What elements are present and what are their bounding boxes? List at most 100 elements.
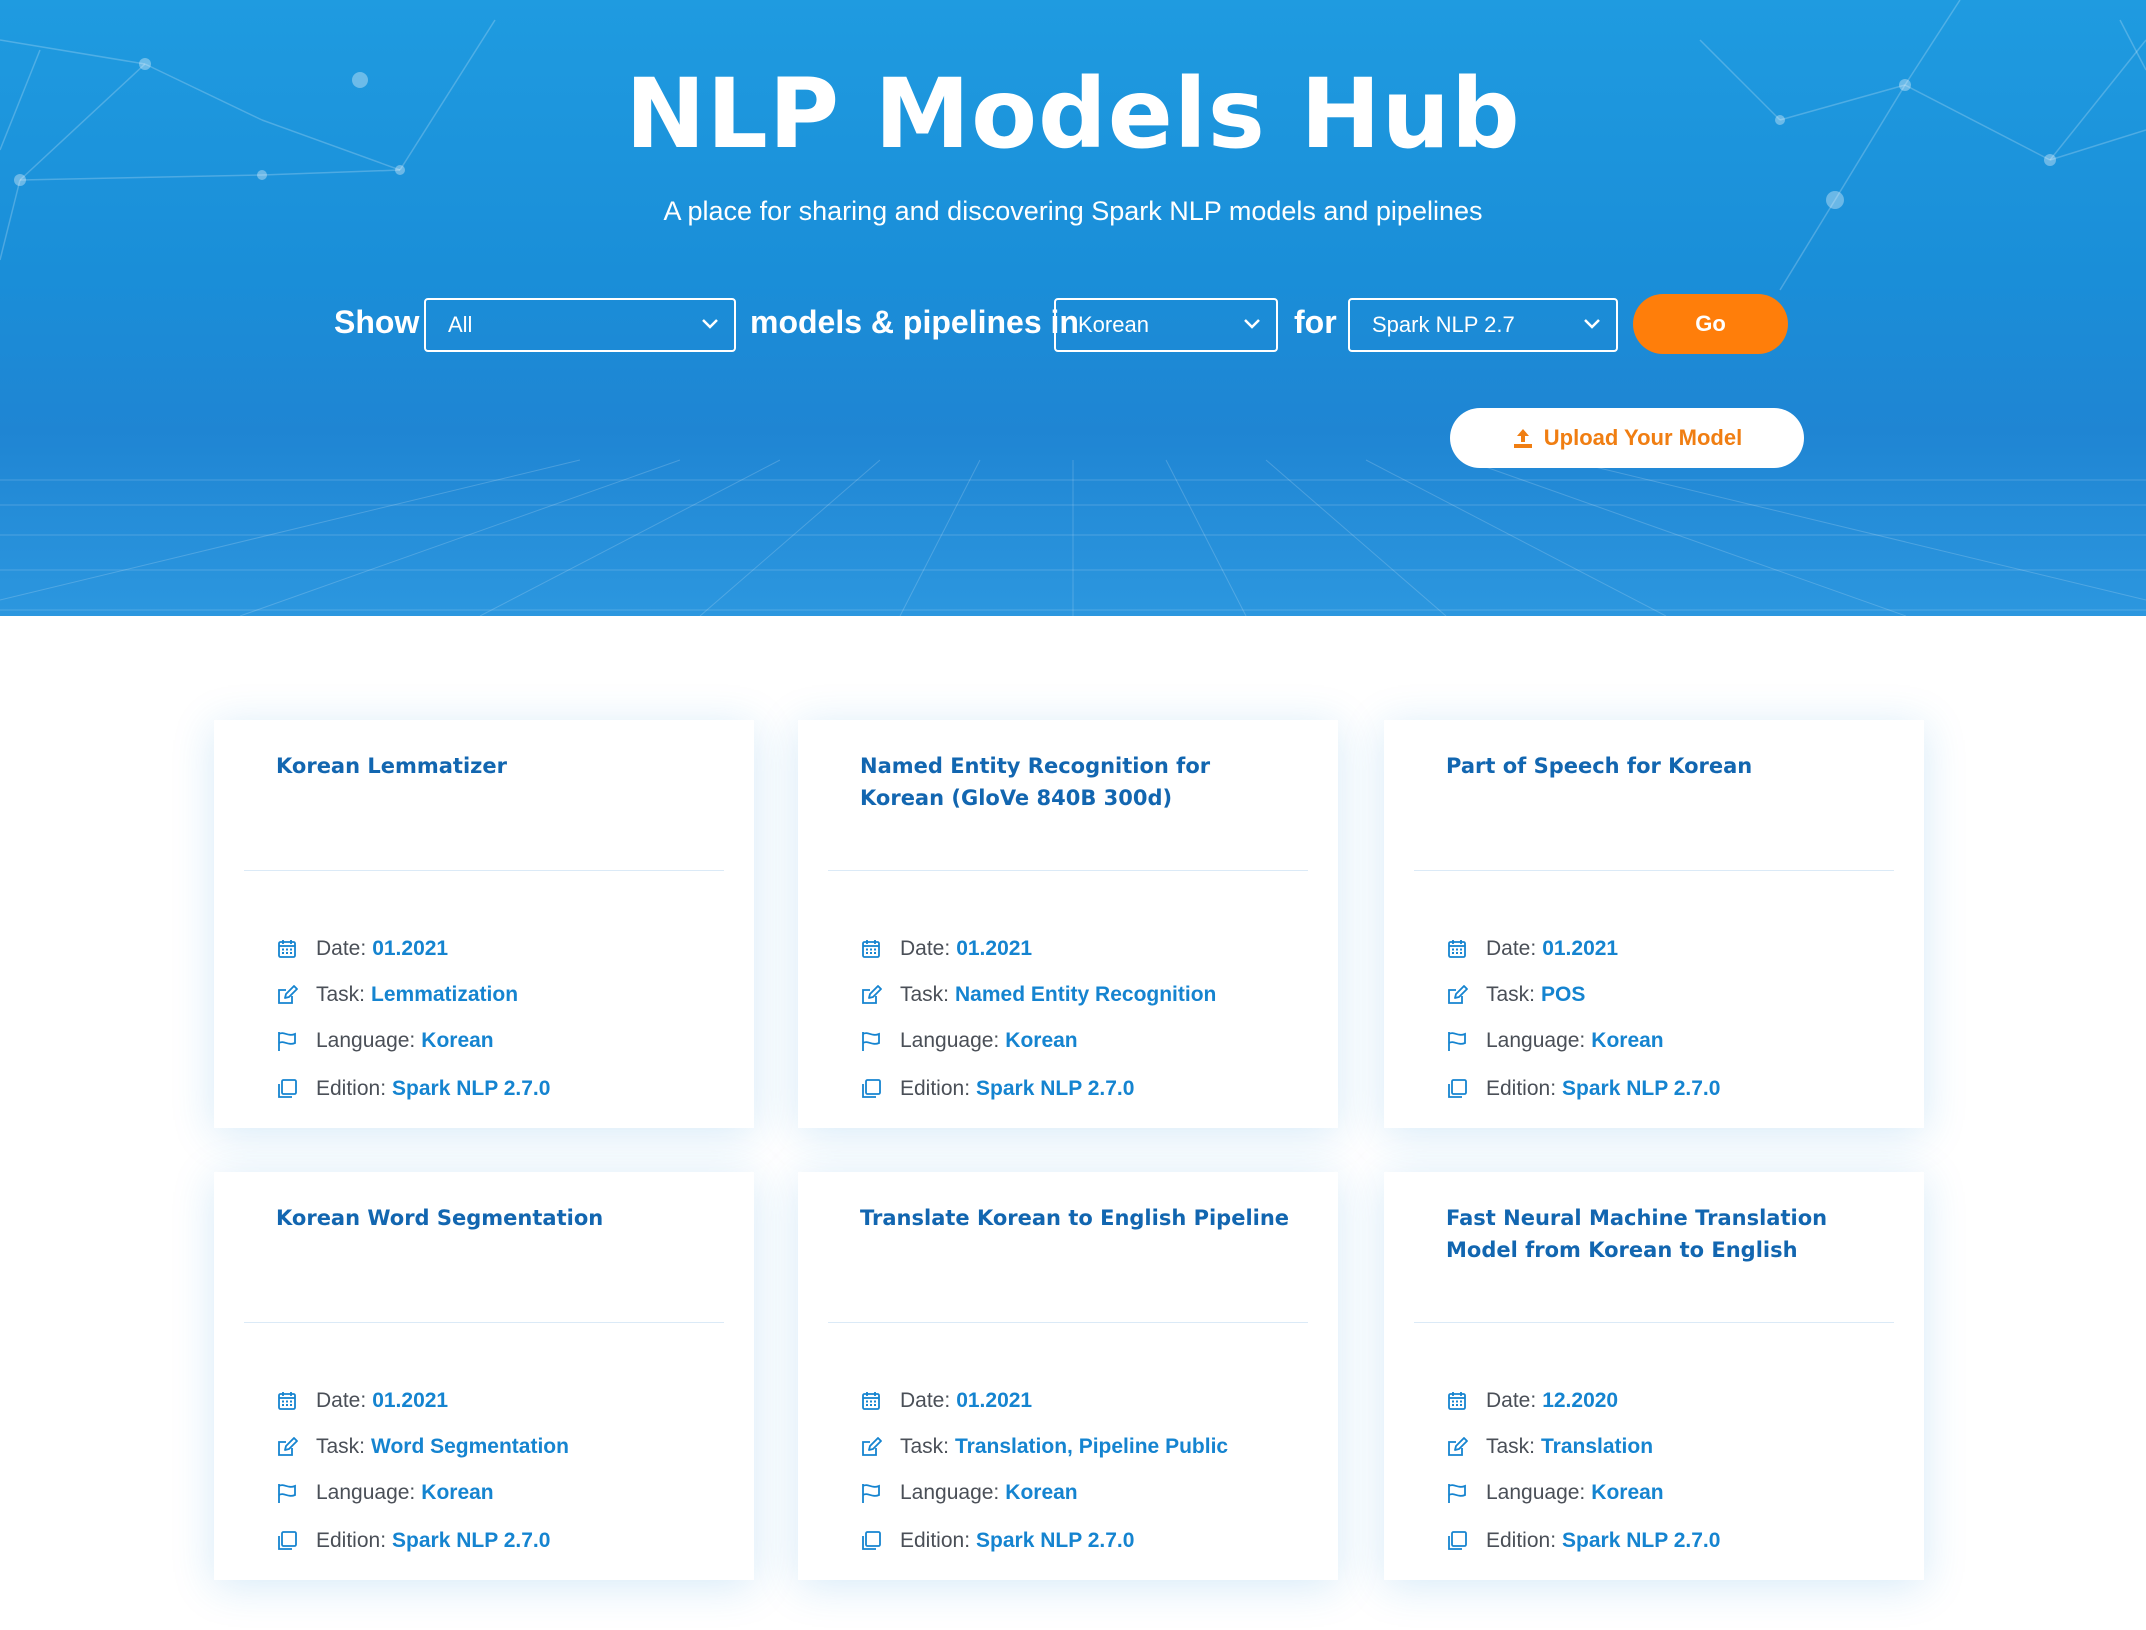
flag-icon (276, 1030, 298, 1052)
meta-date-value: 12.2020 (1542, 1389, 1619, 1412)
model-card-title[interactable]: Fast Neural Machine Translation Model fr… (1446, 1202, 1886, 1266)
meta-edition-value: Spark NLP 2.7.0 (976, 1529, 1135, 1552)
meta-row-edition: Edition: Spark NLP 2.7.0 (1446, 1526, 1720, 1556)
meta-row-language: Language: Korean (1446, 1478, 1664, 1508)
model-card-title[interactable]: Korean Lemmatizer (276, 750, 716, 782)
model-card[interactable]: Translate Korean to English Pipeline Dat… (798, 1172, 1338, 1580)
copy-icon (1446, 1078, 1468, 1100)
language-select[interactable]: Korean (1054, 298, 1278, 352)
edit-icon (860, 984, 882, 1006)
meta-language-label: Language: (316, 1029, 416, 1052)
meta-edition-label: Edition: (1486, 1077, 1557, 1100)
edit-icon (276, 1436, 298, 1458)
meta-task-value[interactable]: Translation, Pipeline Public (955, 1435, 1228, 1459)
meta-row-task: Task: Lemmatization (276, 980, 518, 1010)
chevron-down-icon (1244, 319, 1260, 329)
meta-task-value[interactable]: Word Segmentation (371, 1435, 569, 1459)
copy-icon (1446, 1530, 1468, 1552)
meta-task-value[interactable]: POS (1541, 983, 1585, 1007)
model-card-title[interactable]: Korean Word Segmentation (276, 1202, 716, 1234)
meta-language-value[interactable]: Korean (421, 1029, 493, 1053)
meta-language-label: Language: (316, 1481, 416, 1504)
meta-task-value[interactable]: Translation (1541, 1435, 1653, 1459)
meta-language-value[interactable]: Korean (1591, 1481, 1663, 1505)
meta-row-task: Task: Named Entity Recognition (860, 980, 1216, 1010)
meta-row-task: Task: Translation, Pipeline Public (860, 1432, 1228, 1462)
meta-row-language: Language: Korean (1446, 1026, 1664, 1056)
card-divider (244, 870, 724, 871)
meta-row-edition: Edition: Spark NLP 2.7.0 (860, 1526, 1134, 1556)
show-label: Show (334, 304, 420, 340)
copy-icon (276, 1530, 298, 1552)
copy-icon (276, 1078, 298, 1100)
hero-banner: NLP Models Hub A place for sharing and d… (0, 0, 2146, 616)
meta-task-label: Task: (1486, 1435, 1536, 1458)
meta-language-label: Language: (1486, 1481, 1586, 1504)
meta-language-value[interactable]: Korean (1591, 1029, 1663, 1053)
model-card[interactable]: Korean Word Segmentation Date: 01.2021 T… (214, 1172, 754, 1580)
copy-icon (860, 1530, 882, 1552)
meta-row-date: Date: 01.2021 (860, 1386, 1032, 1416)
card-divider (828, 870, 1308, 871)
meta-language-label: Language: (900, 1481, 1000, 1504)
edition-select[interactable]: Spark NLP 2.7 (1348, 298, 1618, 352)
model-card[interactable]: Named Entity Recognition for Korean (Glo… (798, 720, 1338, 1128)
flag-icon (1446, 1030, 1468, 1052)
calendar-icon (1446, 1390, 1468, 1412)
copy-icon (860, 1078, 882, 1100)
meta-task-label: Task: (1486, 983, 1536, 1006)
meta-row-edition: Edition: Spark NLP 2.7.0 (276, 1526, 550, 1556)
model-card[interactable]: Korean Lemmatizer Date: 01.2021 Task: Le… (214, 720, 754, 1128)
meta-language-value[interactable]: Korean (421, 1481, 493, 1505)
card-divider (244, 1322, 724, 1323)
meta-row-language: Language: Korean (860, 1478, 1078, 1508)
model-card[interactable]: Part of Speech for Korean Date: 01.2021 … (1384, 720, 1924, 1128)
edit-icon (860, 1436, 882, 1458)
go-button[interactable]: Go (1633, 294, 1788, 354)
meta-row-date: Date: 01.2021 (1446, 934, 1618, 964)
meta-date-label: Date: (316, 1389, 367, 1412)
meta-task-label: Task: (900, 1435, 950, 1458)
meta-row-date: Date: 01.2021 (860, 934, 1032, 964)
meta-row-task: Task: Word Segmentation (276, 1432, 569, 1462)
language-select-value: Korean (1078, 312, 1149, 337)
type-select-value: All (448, 312, 473, 337)
meta-date-value: 01.2021 (956, 937, 1033, 960)
meta-date-label: Date: (900, 1389, 951, 1412)
meta-task-value[interactable]: Named Entity Recognition (955, 983, 1216, 1007)
meta-date-label: Date: (1486, 1389, 1537, 1412)
model-card-title[interactable]: Translate Korean to English Pipeline (860, 1202, 1300, 1234)
meta-language-label: Language: (900, 1029, 1000, 1052)
edit-icon (1446, 1436, 1468, 1458)
model-card-title[interactable]: Part of Speech for Korean (1446, 750, 1886, 782)
edit-icon (1446, 984, 1468, 1006)
meta-row-date: Date: 01.2021 (276, 1386, 448, 1416)
meta-edition-label: Edition: (316, 1077, 387, 1100)
meta-language-value[interactable]: Korean (1005, 1481, 1077, 1505)
type-select[interactable]: All (424, 298, 736, 352)
model-card-title[interactable]: Named Entity Recognition for Korean (Glo… (860, 750, 1300, 814)
meta-language-label: Language: (1486, 1029, 1586, 1052)
edit-icon (276, 984, 298, 1006)
page-subtitle: A place for sharing and discovering Spar… (663, 196, 1483, 226)
meta-row-language: Language: Korean (276, 1478, 494, 1508)
meta-edition-label: Edition: (900, 1077, 971, 1100)
meta-row-language: Language: Korean (276, 1026, 494, 1056)
meta-row-task: Task: Translation (1446, 1432, 1653, 1462)
for-label: for (1294, 304, 1337, 340)
calendar-icon (276, 938, 298, 960)
meta-task-label: Task: (316, 983, 366, 1006)
meta-task-value[interactable]: Lemmatization (371, 983, 518, 1007)
meta-row-date: Date: 12.2020 (1446, 1386, 1618, 1416)
model-card[interactable]: Fast Neural Machine Translation Model fr… (1384, 1172, 1924, 1580)
meta-edition-label: Edition: (1486, 1529, 1557, 1552)
flag-icon (860, 1482, 882, 1504)
meta-row-edition: Edition: Spark NLP 2.7.0 (276, 1074, 550, 1104)
page-title: NLP Models Hub (625, 58, 1521, 170)
models-pipelines-label: models & pipelines in (750, 304, 1079, 340)
upload-model-button[interactable]: Upload Your Model (1450, 408, 1804, 468)
meta-edition-value: Spark NLP 2.7.0 (1562, 1077, 1721, 1100)
meta-language-value[interactable]: Korean (1005, 1029, 1077, 1053)
meta-row-language: Language: Korean (860, 1026, 1078, 1056)
chevron-down-icon (702, 319, 718, 329)
